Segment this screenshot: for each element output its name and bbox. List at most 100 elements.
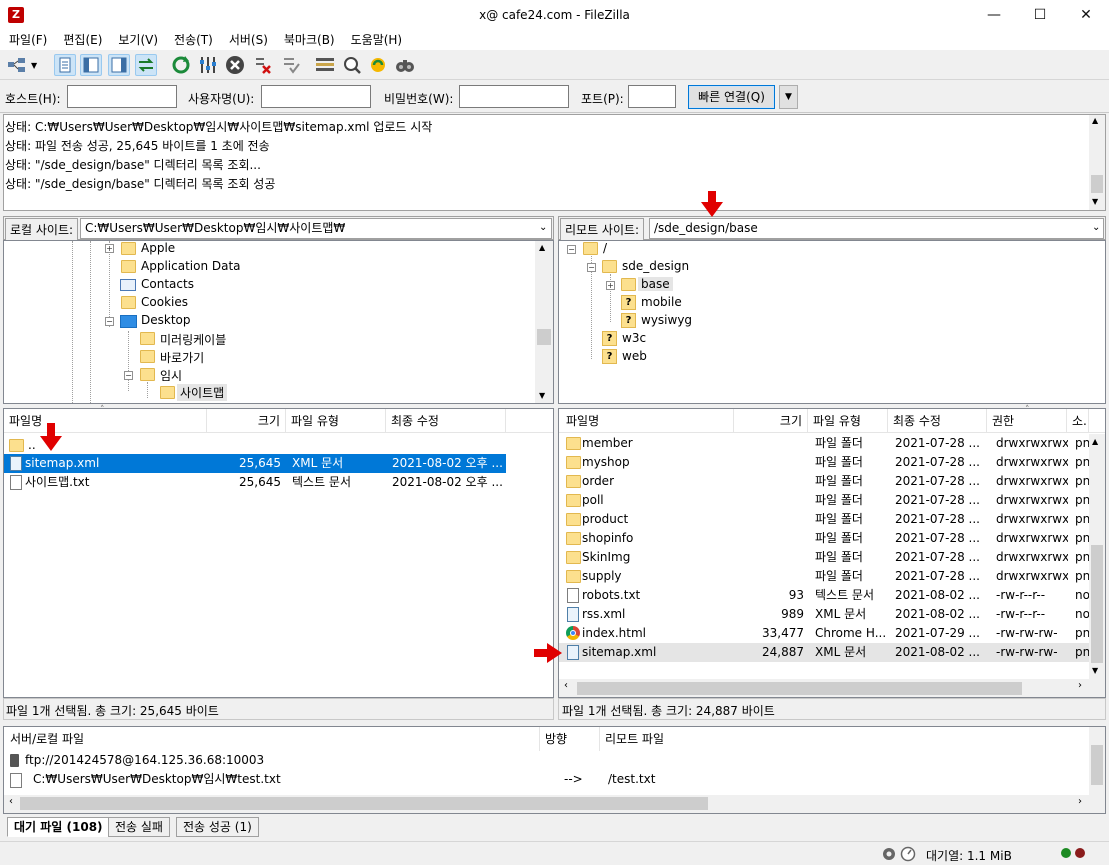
remote-list-vscrollbar-thumb[interactable]	[1091, 545, 1103, 663]
tab-successful-transfers[interactable]: 전송 성공 (1)	[176, 817, 259, 837]
menu-edit[interactable]: 편집(E)	[54, 31, 109, 50]
tree-item-shortcuts[interactable]: 바로가기	[160, 349, 204, 366]
table-row[interactable]: order 파일 폴더 2021-07-28 ... drwxrwxrwx pn	[559, 472, 1089, 491]
search-remote-files-icon[interactable]	[394, 54, 416, 76]
scroll-down-icon[interactable]: ▼	[539, 391, 545, 400]
process-queue-icon[interactable]	[197, 54, 219, 76]
table-row[interactable]: index.html 33,477 Chrome H... 2021-07-29 ..…	[559, 624, 1089, 643]
column-filename[interactable]: 파일명	[4, 409, 207, 433]
column-remote-file[interactable]: 리모트 파일	[600, 727, 900, 751]
tree-item-mirroring-cable[interactable]: 미러링케이블	[160, 331, 226, 348]
reconnect-icon[interactable]	[280, 54, 302, 76]
queue-local-file[interactable]: C:₩Users₩User₩Desktop₩임시₩test.txt	[33, 770, 281, 789]
local-tree-scrollbar[interactable]	[535, 241, 553, 403]
tree-item-contacts[interactable]: Contacts	[141, 277, 194, 291]
table-row[interactable]: myshop 파일 폴더 2021-07-28 ... drwxrwxrwx pn	[559, 453, 1089, 472]
expand-icon[interactable]: +	[105, 244, 114, 253]
collapse-icon[interactable]: −	[105, 317, 114, 326]
column-size[interactable]: 크기	[207, 409, 286, 433]
host-input[interactable]	[67, 85, 177, 108]
column-server-local-file[interactable]: 서버/로컬 파일	[5, 727, 540, 751]
toggle-log-icon[interactable]	[54, 54, 76, 76]
table-row[interactable]: sitemap.xml 24,887 XML 문서 2021-08-02 ... -rw…	[559, 643, 1089, 662]
quickconnect-dropdown-button[interactable]: ▼	[779, 85, 798, 109]
table-row[interactable]: shopinfo 파일 폴더 2021-07-28 ... drwxrwxrwx pn	[559, 529, 1089, 548]
compare-directories-icon[interactable]	[341, 54, 363, 76]
tree-item-w3c[interactable]: w3c	[622, 331, 646, 345]
table-row[interactable]: 사이트맵.txt 25,645 텍스트 문서 2021-08-02 오후 ...	[4, 473, 506, 492]
scroll-left-icon[interactable]: ‹	[9, 796, 13, 807]
tree-item-root[interactable]: /	[603, 241, 607, 255]
local-tree-scrollbar-thumb[interactable]	[537, 329, 551, 345]
column-direction[interactable]: 방향	[540, 727, 600, 751]
queue-hscrollbar-thumb[interactable]	[20, 797, 708, 810]
menu-view[interactable]: 보기(V)	[109, 31, 165, 50]
remote-path-input[interactable]: /sde_design/base	[649, 218, 1104, 239]
tab-queued-files[interactable]: 대기 파일 (108)	[7, 817, 110, 837]
port-input[interactable]	[628, 85, 676, 108]
menu-file[interactable]: 파일(F)	[0, 31, 54, 50]
column-filetype[interactable]: 파일 유형	[808, 409, 888, 433]
remote-list-hscrollbar-thumb[interactable]	[577, 682, 1022, 695]
tree-item-base[interactable]: base	[638, 277, 673, 291]
tree-item-web[interactable]: web	[622, 349, 647, 363]
chevron-down-icon[interactable]: ⌄	[1092, 222, 1100, 233]
scroll-up-icon[interactable]: ▲	[539, 243, 545, 252]
collapse-icon[interactable]: −	[567, 245, 576, 254]
toggle-queue-icon[interactable]	[135, 54, 157, 76]
column-size[interactable]: 크기	[734, 409, 808, 433]
site-manager-dropdown-icon[interactable]: ▼	[31, 61, 37, 70]
table-row[interactable]: SkinImg 파일 폴더 2021-07-28 ... drwxrwxrwx pn	[559, 548, 1089, 567]
settings-gear-icon[interactable]	[881, 846, 897, 865]
refresh-icon[interactable]	[170, 54, 192, 76]
menu-server[interactable]: 서버(S)	[220, 31, 275, 50]
column-filetype[interactable]: 파일 유형	[286, 409, 386, 433]
table-row[interactable]: poll 파일 폴더 2021-07-28 ... drwxrwxrwx pn	[559, 491, 1089, 510]
queue-vscrollbar-thumb[interactable]	[1091, 745, 1103, 785]
tree-item-cookies[interactable]: Cookies	[141, 295, 188, 309]
tree-item-application-data[interactable]: Application Data	[141, 259, 241, 273]
minimize-button[interactable]: —	[971, 0, 1017, 31]
toggle-local-tree-icon[interactable]	[80, 54, 102, 76]
scroll-down-icon[interactable]: ▼	[1092, 666, 1098, 675]
tree-item-temp[interactable]: 임시	[160, 367, 182, 384]
tree-item-mobile[interactable]: mobile	[641, 295, 682, 309]
password-input[interactable]	[459, 85, 569, 108]
table-row[interactable]: member 파일 폴더 2021-07-28 ... drwxrwxrwx pn	[559, 434, 1089, 453]
tree-item-sde-design[interactable]: sde_design	[622, 259, 689, 273]
speed-limit-icon[interactable]	[900, 846, 916, 865]
menu-bookmarks[interactable]: 북마크(B)	[275, 31, 342, 50]
synchronized-browsing-icon[interactable]	[367, 54, 389, 76]
scroll-up-icon[interactable]: ▲	[1092, 437, 1098, 446]
tab-failed-transfers[interactable]: 전송 실패	[108, 817, 170, 837]
chevron-down-icon[interactable]: ⌄	[539, 222, 547, 233]
collapse-icon[interactable]: −	[124, 371, 133, 380]
table-row[interactable]: product 파일 폴더 2021-07-28 ... drwxrwxrwx pn	[559, 510, 1089, 529]
scroll-right-icon[interactable]: ›	[1078, 680, 1082, 691]
table-row[interactable]: supply 파일 폴더 2021-07-28 ... drwxrwxrwx pn	[559, 567, 1089, 586]
column-owner[interactable]: 소...	[1067, 409, 1089, 433]
column-filename[interactable]: 파일명	[561, 409, 734, 433]
username-input[interactable]	[261, 85, 371, 108]
tree-item-wysiwyg[interactable]: wysiwyg	[641, 313, 692, 327]
expand-icon[interactable]: +	[606, 281, 615, 290]
local-path-input[interactable]: C:₩Users₩User₩Desktop₩임시₩사이트맵₩	[80, 218, 552, 239]
table-row[interactable]: sitemap.xml 25,645 XML 문서 2021-08-02 오후 …	[4, 454, 506, 473]
maximize-button[interactable]: ☐	[1017, 0, 1063, 31]
tree-item-desktop[interactable]: Desktop	[141, 313, 191, 327]
scroll-up-icon[interactable]: ▲	[1092, 116, 1098, 125]
toggle-remote-tree-icon[interactable]	[108, 54, 130, 76]
table-row[interactable]: robots.txt 93 텍스트 문서 2021-08-02 ... -rw-r--r…	[559, 586, 1089, 605]
log-scrollbar[interactable]	[1089, 115, 1105, 210]
queue-server[interactable]: ftp://201424578@164.125.36.68:10003	[25, 751, 264, 770]
collapse-icon[interactable]: −	[587, 263, 596, 272]
disconnect-icon[interactable]	[252, 54, 274, 76]
menu-transfer[interactable]: 전송(T)	[165, 31, 220, 50]
column-last-modified[interactable]: 최종 수정	[386, 409, 506, 433]
tree-item-sitemap[interactable]: 사이트맵	[177, 384, 228, 401]
table-row[interactable]: ..	[4, 436, 506, 455]
scroll-right-icon[interactable]: ›	[1078, 796, 1082, 807]
close-button[interactable]: ✕	[1063, 0, 1109, 31]
site-manager-icon[interactable]	[6, 54, 28, 76]
tree-item-apple[interactable]: Apple	[141, 241, 175, 255]
